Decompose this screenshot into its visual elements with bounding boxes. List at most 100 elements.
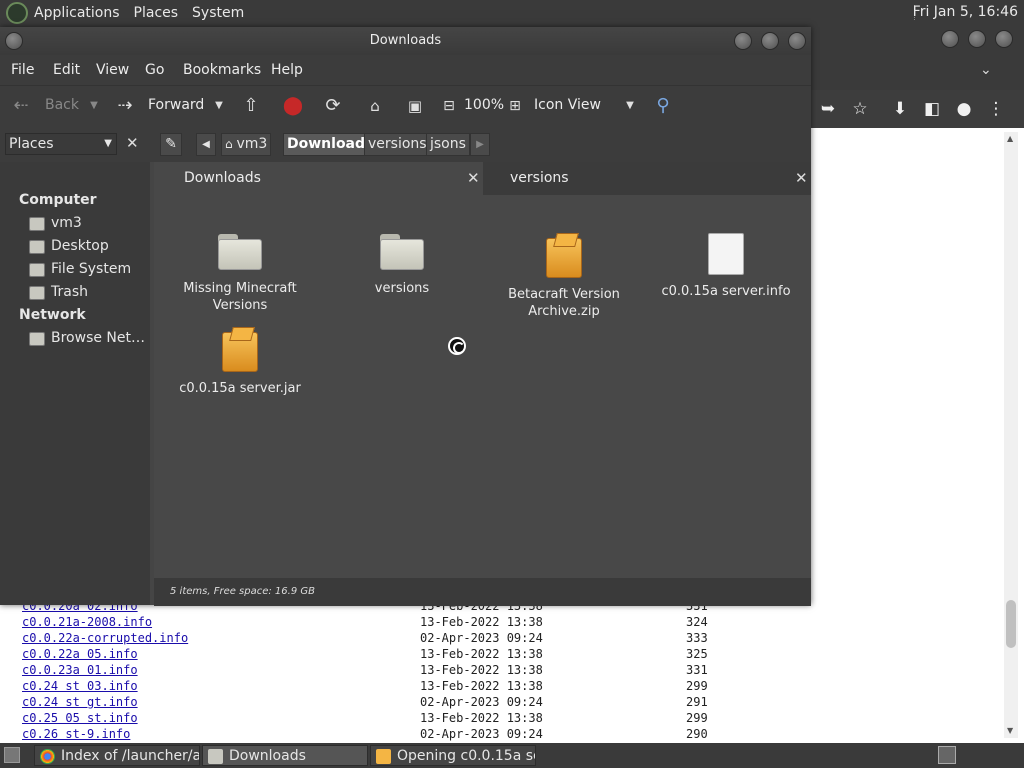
home-icon[interactable]: ⌂ bbox=[364, 95, 386, 117]
file-name: versions bbox=[374, 281, 430, 296]
menu-edit[interactable]: Edit bbox=[53, 62, 80, 78]
listing-file-link[interactable]: c0.0.22a 05.info bbox=[22, 647, 138, 661]
sidebar-item-trash[interactable]: Trash bbox=[51, 284, 88, 300]
view-mode-chevron-icon[interactable]: ▼ bbox=[619, 95, 641, 117]
menu-bookmarks[interactable]: Bookmarks bbox=[183, 62, 261, 78]
top-panel: Applications Places System Fri Jan 5, 16… bbox=[0, 0, 1024, 25]
minimize-button[interactable] bbox=[941, 30, 959, 48]
menu-help[interactable]: Help bbox=[271, 62, 303, 78]
back-history-chevron-icon[interactable]: ▼ bbox=[83, 95, 105, 117]
package-icon bbox=[376, 749, 391, 764]
scroll-up-icon[interactable]: ▲ bbox=[1007, 134, 1013, 143]
listing-size: 291 bbox=[686, 695, 708, 709]
applications-menu[interactable]: Applications bbox=[34, 5, 120, 21]
zoom-out-icon[interactable]: ⊟ bbox=[438, 95, 460, 117]
back-button[interactable]: Back bbox=[45, 97, 79, 113]
breadcrumb-vm3[interactable]: ⌂ vm3 bbox=[221, 133, 272, 156]
listing-date: 02-Apr-2023 09:24 bbox=[420, 727, 543, 741]
profile-avatar-icon[interactable]: ● bbox=[954, 99, 974, 119]
menu-go[interactable]: Go bbox=[145, 62, 164, 78]
page-scrollbar[interactable]: ▲ ▼ bbox=[1004, 132, 1018, 738]
listing-row: c0.24 st gt.info 02-Apr-2023 09:24 291 bbox=[22, 695, 742, 711]
workspace-switcher-icon[interactable] bbox=[938, 746, 956, 764]
file-view[interactable]: Downloads ✕ versions ✕ Missing Minecraft… bbox=[154, 162, 811, 605]
folder-icon bbox=[208, 749, 223, 764]
sidebar-item-vm3[interactable]: vm3 bbox=[51, 215, 82, 231]
reload-icon[interactable]: ⟳ bbox=[322, 95, 344, 117]
listing-date: 13-Feb-2022 13:38 bbox=[420, 615, 543, 629]
task-browser[interactable]: Index of /launcher/a… bbox=[34, 745, 200, 766]
listing-file-link[interactable]: c0.0.22a-corrupted.info bbox=[22, 631, 188, 645]
stop-icon[interactable]: ⬤ bbox=[282, 95, 304, 117]
listing-size: 333 bbox=[686, 631, 708, 645]
system-menu[interactable]: System bbox=[192, 5, 244, 21]
side-panel-icon[interactable]: ◧ bbox=[922, 99, 942, 119]
clock[interactable]: Fri Jan 5, 16:46 bbox=[913, 4, 1018, 20]
package-icon bbox=[222, 332, 258, 372]
close-tab-icon[interactable]: ✕ bbox=[467, 162, 480, 195]
share-icon[interactable]: ➥ bbox=[818, 99, 838, 119]
listing-size: 325 bbox=[686, 647, 708, 661]
window-menu-button[interactable] bbox=[5, 32, 23, 50]
task-opening-file[interactable]: Opening c0.0.15a se… bbox=[370, 745, 536, 766]
view-mode-select[interactable]: Icon View bbox=[534, 97, 601, 113]
listing-file-link[interactable]: c0.24 st gt.info bbox=[22, 695, 138, 709]
close-button[interactable] bbox=[995, 30, 1013, 48]
file-item[interactable]: versions bbox=[327, 234, 477, 297]
breadcrumb-jsons[interactable]: jsons bbox=[426, 133, 470, 156]
listing-file-link[interactable]: c0.25 05 st.info bbox=[22, 711, 138, 725]
window-titlebar[interactable]: Downloads bbox=[0, 27, 811, 55]
sidebar-item-desktop[interactable]: Desktop bbox=[51, 238, 109, 254]
drive-icon bbox=[29, 263, 45, 277]
zoom-level[interactable]: 100% bbox=[464, 97, 504, 113]
places-menu[interactable]: Places bbox=[134, 5, 179, 21]
menu-view[interactable]: View bbox=[96, 62, 129, 78]
edit-location-icon[interactable]: ✎ bbox=[160, 133, 182, 156]
maximize-button[interactable] bbox=[968, 30, 986, 48]
file-item[interactable]: c0.0.15a server.info bbox=[651, 233, 801, 300]
listing-file-link[interactable]: c0.0.21a-2008.info bbox=[22, 615, 152, 629]
file-item[interactable]: Betacraft Version Archive.zip bbox=[489, 238, 639, 320]
maximize-button[interactable] bbox=[761, 32, 779, 50]
distro-logo-icon[interactable] bbox=[6, 1, 28, 24]
up-arrow-icon[interactable]: ⇧ bbox=[240, 95, 262, 117]
forward-history-chevron-icon[interactable]: ▼ bbox=[208, 95, 230, 117]
breadcrumb-versions[interactable]: versions bbox=[364, 133, 431, 156]
close-tab-icon[interactable]: ✕ bbox=[795, 162, 808, 195]
bookmark-star-icon[interactable]: ☆ bbox=[850, 99, 870, 119]
menu-file[interactable]: File bbox=[11, 62, 34, 78]
zoom-in-icon[interactable]: ⊞ bbox=[504, 95, 526, 117]
path-bar: Places ▼ ✕ ✎ ◀ ⌂ vm3 Downloads versions … bbox=[0, 127, 811, 162]
listing-file-link[interactable]: c0.26 st-9.info bbox=[22, 727, 130, 741]
scroll-down-icon[interactable]: ▼ bbox=[1007, 726, 1013, 735]
show-desktop-icon[interactable] bbox=[4, 747, 20, 763]
sidebar-item-file-system[interactable]: File System bbox=[51, 261, 131, 277]
close-button[interactable] bbox=[788, 32, 806, 50]
listing-row: c0.25 05 st.info 13-Feb-2022 13:38 299 bbox=[22, 711, 742, 727]
browser-menu-icon[interactable]: ⋮ bbox=[986, 99, 1006, 119]
listing-file-link[interactable]: c0.0.23a 01.info bbox=[22, 663, 138, 677]
computer-icon[interactable]: ▣ bbox=[404, 95, 426, 117]
search-icon[interactable]: ⚲ bbox=[652, 95, 674, 117]
forward-arrow-icon: ⇢ bbox=[117, 95, 133, 116]
trash-icon bbox=[29, 286, 45, 300]
busy-cursor-icon bbox=[448, 337, 466, 355]
scroll-thumb[interactable] bbox=[1006, 600, 1016, 648]
tab-list-chevron-icon[interactable]: ⌄ bbox=[980, 62, 992, 78]
path-left-arrow-icon[interactable]: ◀ bbox=[196, 133, 216, 156]
tab-downloads[interactable]: Downloads ✕ bbox=[154, 162, 482, 195]
sidebar-item-browse-network[interactable]: Browse Net… bbox=[51, 330, 145, 346]
file-item[interactable]: Missing Minecraft Versions bbox=[165, 234, 315, 314]
file-item[interactable]: c0.0.15a server.jar bbox=[165, 332, 315, 397]
forward-button[interactable]: Forward bbox=[148, 97, 204, 113]
sidebar-type-label: Places bbox=[9, 136, 54, 152]
path-right-arrow-icon[interactable]: ▶ bbox=[470, 133, 490, 156]
minimize-button[interactable] bbox=[734, 32, 752, 50]
listing-date: 13-Feb-2022 13:38 bbox=[420, 663, 543, 677]
close-sidebar-icon[interactable]: ✕ bbox=[126, 134, 139, 152]
download-icon[interactable]: ⬇ bbox=[890, 99, 910, 119]
listing-file-link[interactable]: c0.24 st 03.info bbox=[22, 679, 138, 693]
sidebar-type-select[interactable]: Places ▼ bbox=[5, 133, 117, 155]
task-downloads[interactable]: Downloads bbox=[202, 745, 368, 766]
tab-versions[interactable]: versions ✕ bbox=[483, 162, 811, 195]
